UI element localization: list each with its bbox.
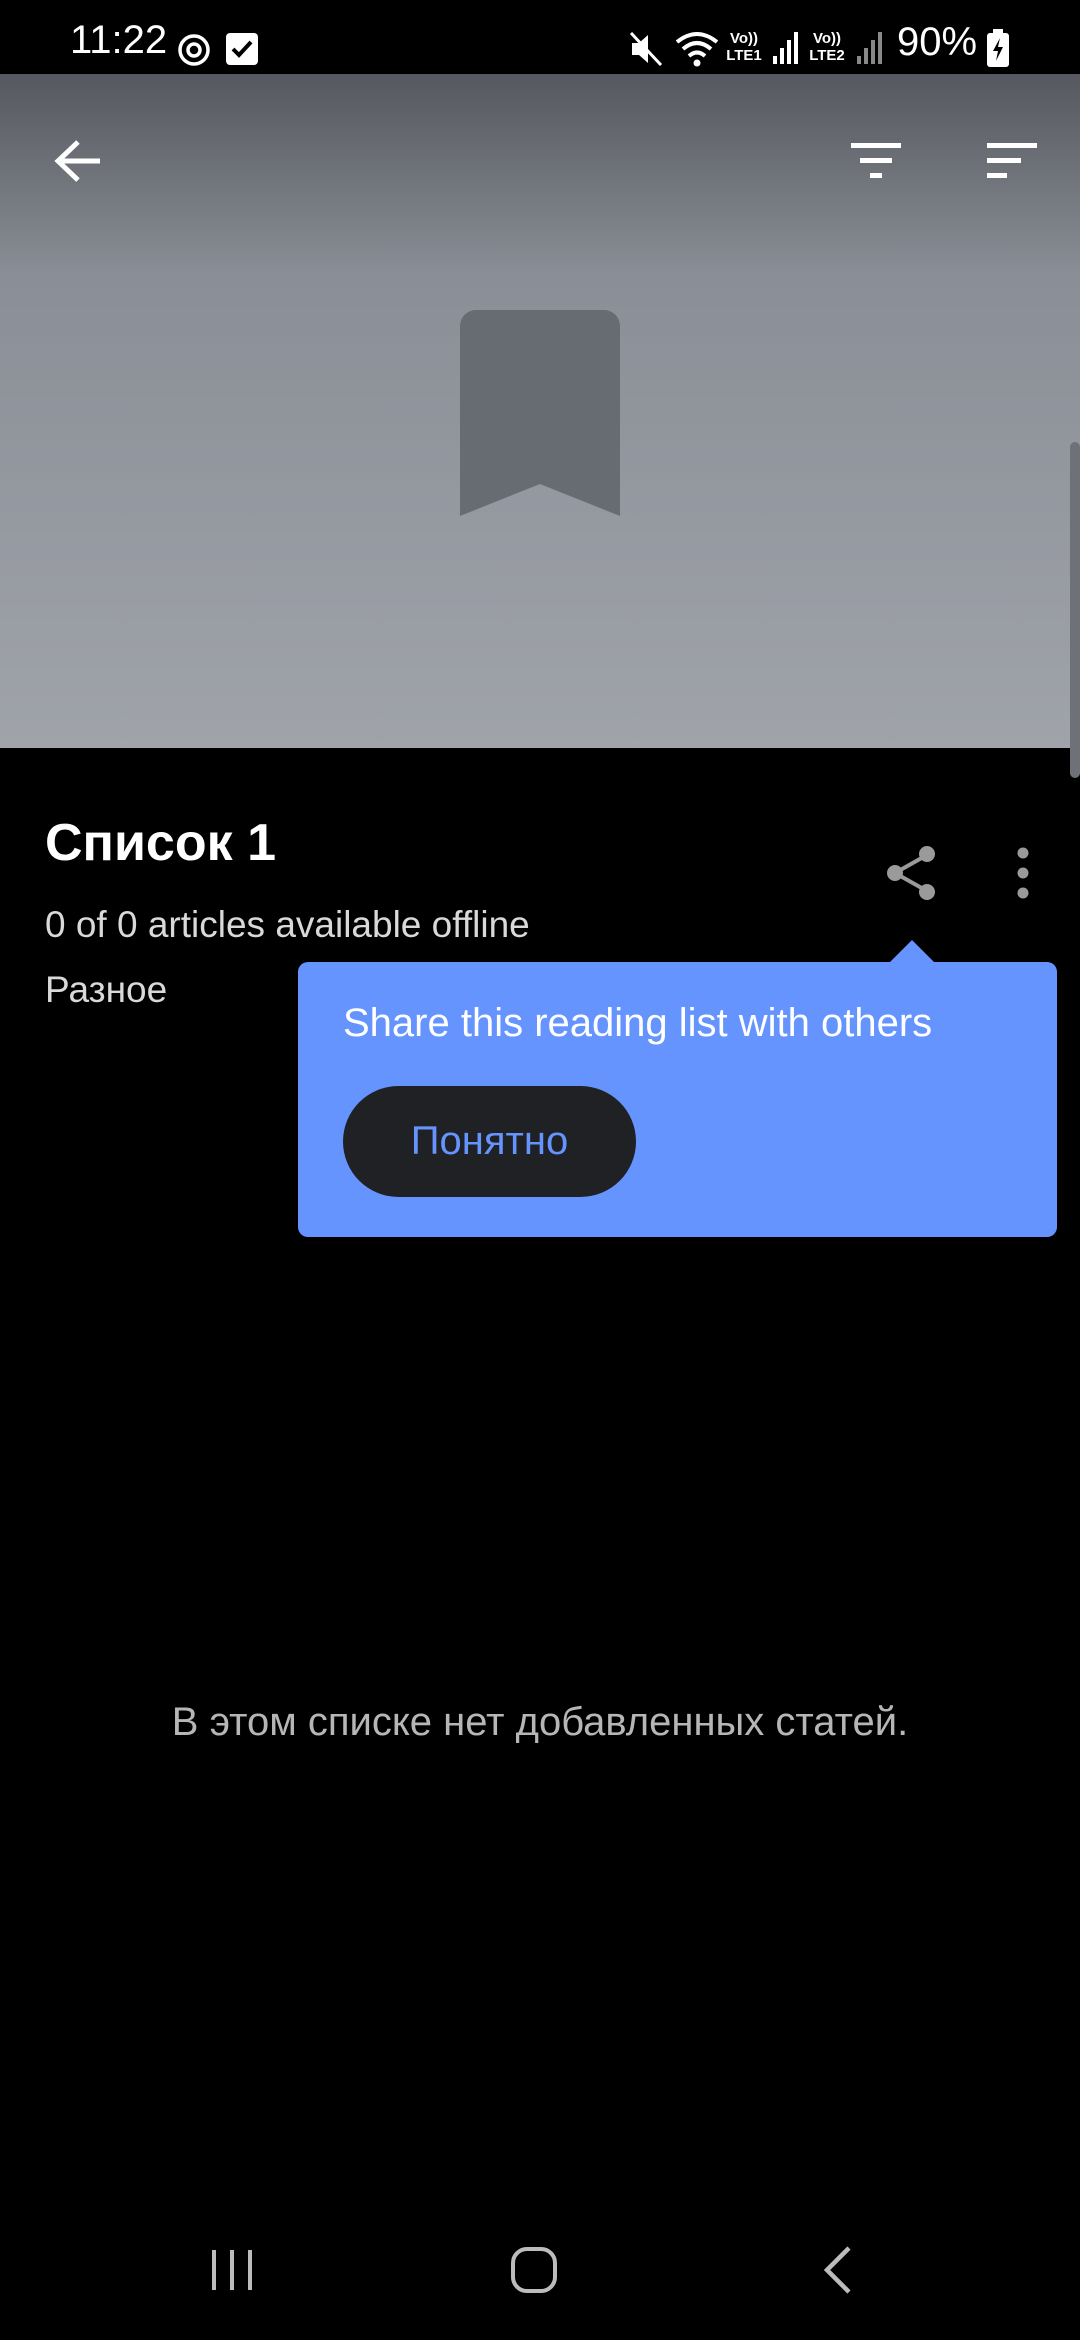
nav-back-icon (823, 2246, 851, 2294)
share-tooltip: Share this reading list with others Поня… (298, 962, 1057, 1237)
filter-icon (851, 143, 901, 178)
recents-button[interactable] (172, 2220, 292, 2320)
home-button[interactable] (474, 2220, 594, 2320)
sort-button[interactable] (964, 113, 1060, 209)
home-icon (511, 2247, 557, 2293)
volte2-label-bottom: LTE2 (809, 47, 845, 64)
tooltip-message: Share this reading list with others (343, 1001, 933, 1045)
volte2-label-top: Vo)) (812, 30, 842, 47)
share-button[interactable] (866, 828, 956, 918)
status-time: 11:22 (70, 18, 168, 62)
system-back-button[interactable] (778, 2220, 898, 2320)
volte1-label-bottom: LTE1 (726, 47, 762, 64)
list-description: Разное (45, 969, 168, 1010)
back-button[interactable] (30, 113, 126, 209)
sort-icon (987, 143, 1037, 178)
more-vert-icon (1017, 847, 1029, 899)
wifi-icon (675, 32, 719, 67)
got-it-button[interactable]: Понятно (343, 1086, 636, 1197)
list-header-image (0, 74, 1080, 748)
signal-1-icon (773, 32, 798, 64)
battery-charging-icon (987, 29, 1009, 67)
mute-icon (629, 31, 663, 67)
more-options-button[interactable] (978, 828, 1068, 918)
empty-list-message: В этом списке нет добавленных статей. (171, 1700, 909, 1744)
arrow-back-icon (54, 140, 100, 182)
list-title: Список 1 (45, 814, 277, 872)
filter-button[interactable] (828, 113, 924, 209)
volte-lte1-icon: Vo)) LTE1 (724, 30, 764, 64)
volte-lte2-icon: Vo)) LTE2 (807, 30, 847, 64)
tooltip-arrow (888, 940, 936, 964)
battery-percent: 90% (897, 20, 978, 64)
sync-icon (178, 34, 210, 66)
status-bar: 11:22 Vo)) LTE1 Vo)) LTE2 90% (0, 0, 1080, 74)
check-box-icon (226, 33, 258, 65)
scrollbar-thumb[interactable] (1070, 442, 1080, 778)
signal-2-icon (857, 32, 882, 64)
volte1-label-top: Vo)) (729, 30, 759, 47)
share-icon (887, 846, 935, 900)
system-navigation-bar (0, 2220, 1080, 2340)
recents-icon (212, 2250, 252, 2290)
offline-status-text: 0 of 0 articles available offline (45, 904, 530, 945)
bookmark-icon (460, 310, 620, 516)
